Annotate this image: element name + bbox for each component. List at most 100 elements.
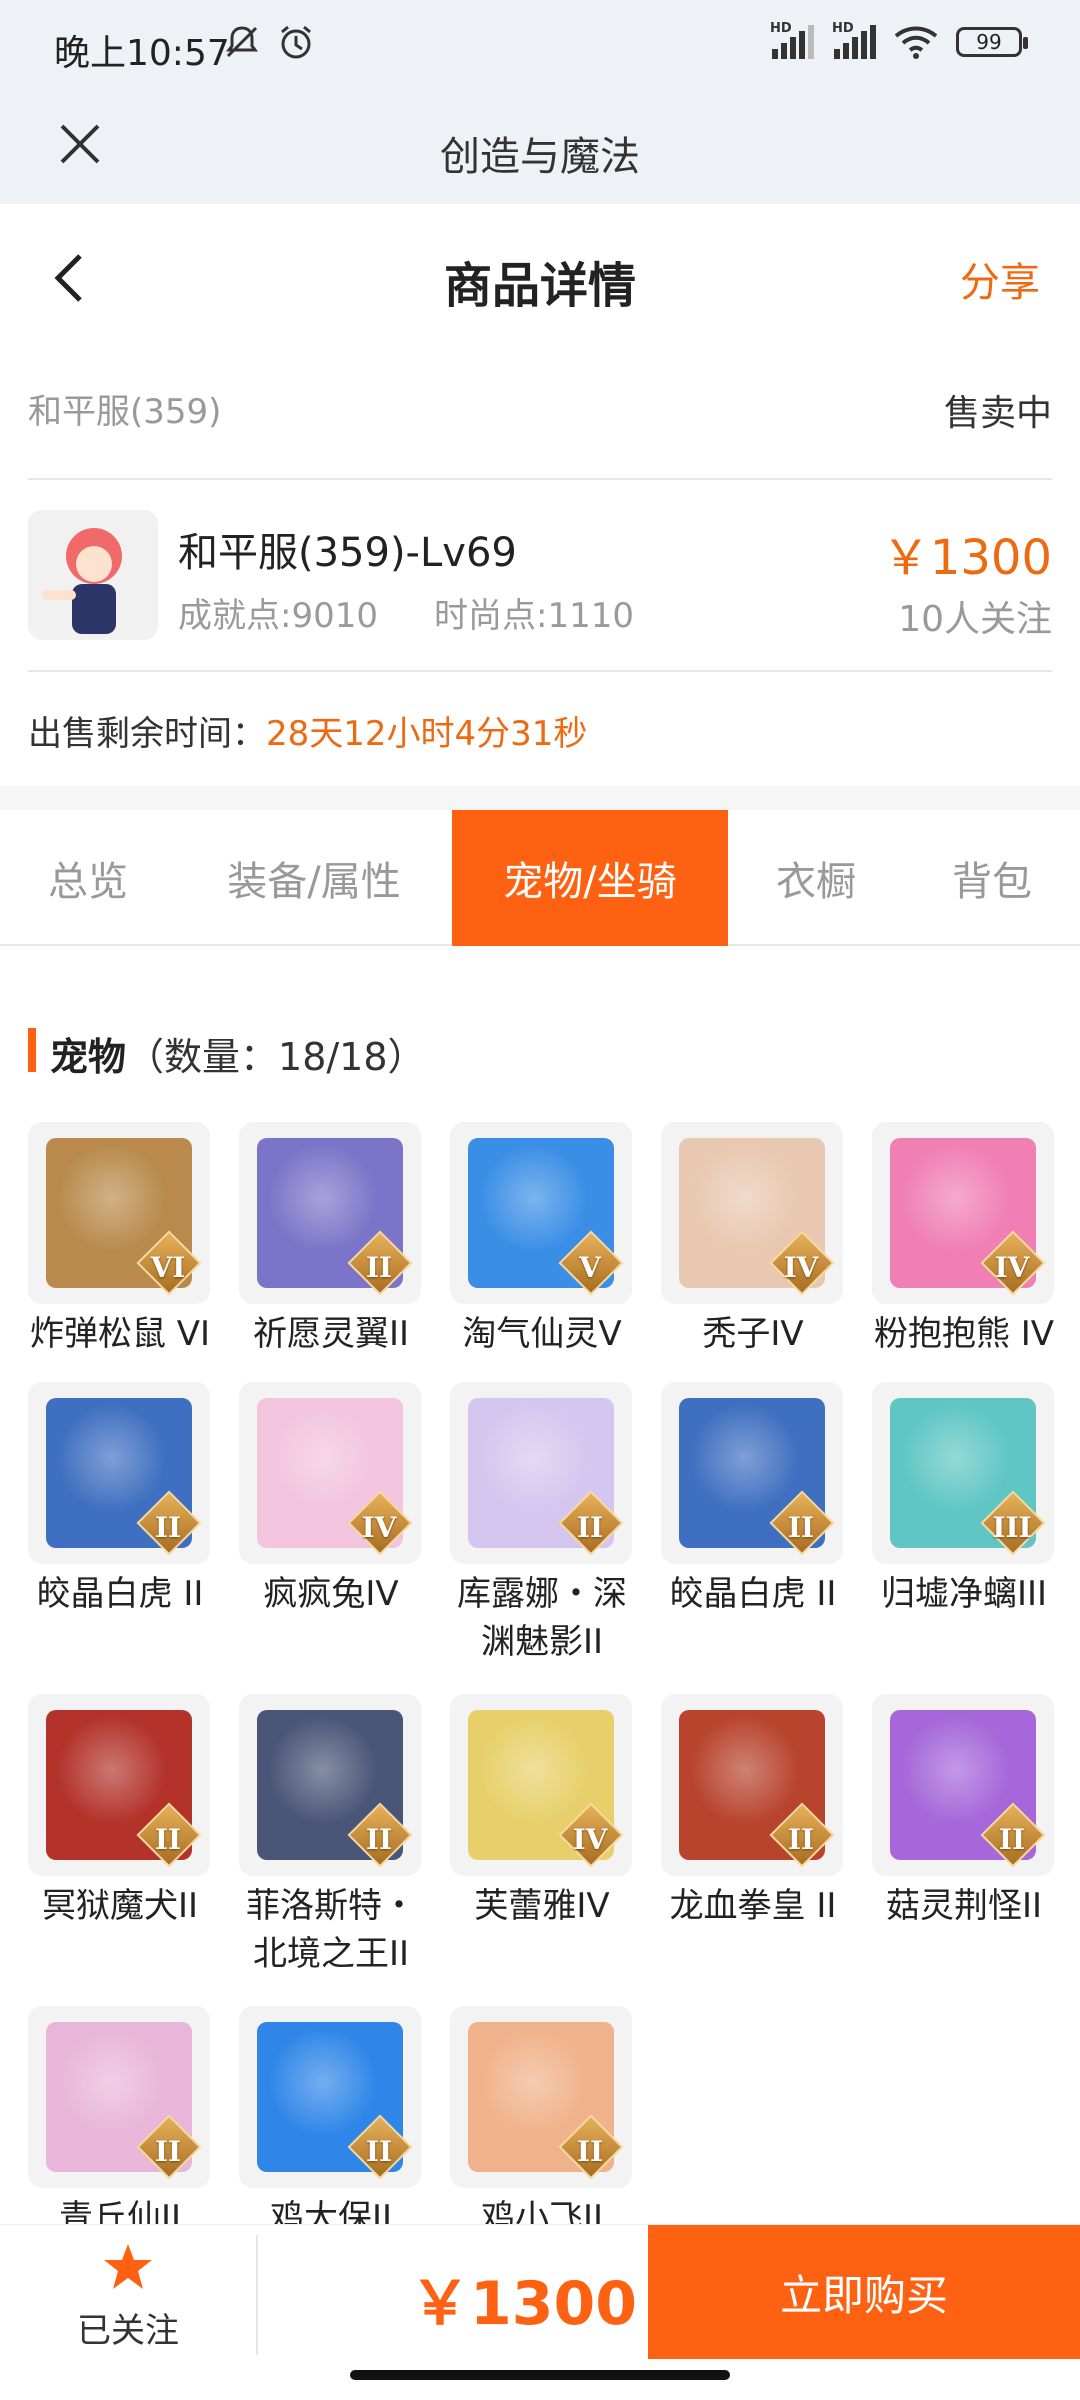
rank-label: II xyxy=(998,1823,1026,1856)
pet-name: 皎晶白虎 II xyxy=(669,1574,837,1614)
status-left-icons xyxy=(222,22,316,62)
fashion-points: 时尚点:1110 xyxy=(433,596,634,636)
rank-label: VI xyxy=(150,1251,186,1284)
pet-name: 疯疯兔IV xyxy=(263,1574,399,1614)
pet-thumbnail: II xyxy=(661,1694,843,1876)
pet-name: 菲洛斯特・北境之王II xyxy=(246,1886,416,1974)
rank-label: II xyxy=(154,1511,182,1544)
rank-label: II xyxy=(154,1823,182,1856)
item-stats: 成就点:9010 时尚点:1110 xyxy=(178,588,634,637)
rank-label: IV xyxy=(572,1823,608,1856)
pet-thumbnail: II xyxy=(450,2006,632,2188)
pet-item[interactable]: V 淘气仙灵V xyxy=(450,1122,634,1358)
pet-item[interactable]: IV 粉抱抱熊 IV xyxy=(872,1122,1056,1358)
rank-label: II xyxy=(576,2135,604,2168)
status-bar: 晚上10:57 HD HD 99 xyxy=(0,0,1080,100)
rank-label: II xyxy=(576,1511,604,1544)
tab-wardrobe[interactable]: 衣橱 xyxy=(728,810,904,946)
pet-thumbnail: II xyxy=(28,1382,210,1564)
pet-item[interactable]: II 冥狱魔犬II xyxy=(28,1694,212,1930)
item-name: 和平服(359)-Lv69 xyxy=(178,530,517,576)
item-price: ￥1300 xyxy=(881,530,1052,586)
app-title: 创造与魔法 xyxy=(440,134,640,180)
tab-pets[interactable]: 宠物/坐骑 xyxy=(452,810,728,946)
tab-bar: 总览 装备/属性 宠物/坐骑 衣橱 背包 xyxy=(0,810,1080,946)
pet-item[interactable]: II 龙血拳皇 II xyxy=(661,1694,845,1930)
server-row: 和平服(359) 售卖中 xyxy=(28,384,1052,444)
pet-thumbnail: II xyxy=(661,1382,843,1564)
pet-item[interactable]: II 鸡大保II xyxy=(239,2006,423,2242)
pet-item[interactable]: II 青丘仙II xyxy=(28,2006,212,2242)
bottom-bar: 已关注 ￥1300 立即购买 xyxy=(0,2224,1080,2364)
section-title: 宠物（数量：18/18） xyxy=(50,1026,426,1081)
pet-name: 归墟净螭III xyxy=(880,1574,1048,1614)
pet-name: 淘气仙灵V xyxy=(462,1314,622,1354)
section-gap xyxy=(0,786,1080,810)
section-accent xyxy=(28,1028,36,1072)
rank-label: II xyxy=(365,1823,393,1856)
pet-thumbnail: II xyxy=(28,2006,210,2188)
pet-item[interactable]: III 归墟净螭III xyxy=(872,1382,1056,1618)
alarm-icon xyxy=(281,25,311,59)
rank-label: V xyxy=(579,1251,601,1284)
pet-thumbnail: VI xyxy=(28,1122,210,1304)
share-button[interactable]: 分享 xyxy=(960,250,1040,308)
pet-item[interactable]: II 鸡小飞II xyxy=(450,2006,634,2242)
pet-thumbnail: IV xyxy=(872,1122,1054,1304)
remaining-time: 出售剩余时间：28天12小时4分31秒 xyxy=(28,706,587,755)
wifi-icon xyxy=(894,26,938,59)
hd-label-2: HD xyxy=(832,21,854,36)
battery-icon: 99 xyxy=(956,27,1028,57)
bottom-price: ￥1300 xyxy=(410,2269,637,2339)
pet-thumbnail: III xyxy=(872,1382,1054,1564)
pet-thumbnail: II xyxy=(450,1382,632,1564)
follow-label: 已关注 xyxy=(77,2311,179,2351)
pet-name: 冥狱魔犬II xyxy=(41,1886,199,1926)
pet-thumbnail: II xyxy=(872,1694,1054,1876)
tab-equipment[interactable]: 装备/属性 xyxy=(176,810,452,946)
pet-thumbnail: IV xyxy=(450,1694,632,1876)
pet-item[interactable]: II 皎晶白虎 II xyxy=(661,1382,845,1618)
pet-name: 菇灵荆怪II xyxy=(885,1886,1043,1926)
rank-label: II xyxy=(365,2135,393,2168)
tab-overview[interactable]: 总览 xyxy=(0,810,176,946)
rank-label: II xyxy=(365,1251,393,1284)
hd-label: HD xyxy=(770,21,792,36)
follow-button[interactable]: 已关注 xyxy=(0,2225,256,2365)
pet-name: 龙血拳皇 II xyxy=(669,1886,837,1926)
pet-item[interactable]: II 库露娜・深渊魅影II xyxy=(450,1382,634,1666)
pet-item[interactable]: II 菇灵荆怪II xyxy=(872,1694,1056,1930)
pet-item[interactable]: II 皎晶白虎 II xyxy=(28,1382,212,1618)
remaining-label: 出售剩余时间： xyxy=(28,714,266,754)
achievement-points: 成就点:9010 xyxy=(178,596,378,636)
pet-name: 芙蕾雅IV xyxy=(474,1886,610,1926)
buy-now-button[interactable]: 立即购买 xyxy=(648,2225,1080,2359)
star-icon xyxy=(104,2244,152,2289)
rank-label: II xyxy=(787,1511,815,1544)
rank-label: III xyxy=(992,1511,1032,1544)
pet-item[interactable]: IV 芙蕾雅IV xyxy=(450,1694,634,1930)
pet-item[interactable]: II 祈愿灵翼II xyxy=(239,1122,423,1358)
rank-label: IV xyxy=(994,1251,1030,1284)
pet-name: 炸弹松鼠 VI xyxy=(29,1314,211,1354)
rank-label: II xyxy=(787,1823,815,1856)
pet-item[interactable]: IV 疯疯兔IV xyxy=(239,1382,423,1618)
remaining-value: 28天12小时4分31秒 xyxy=(266,714,588,754)
pet-item[interactable]: IV 秃子IV xyxy=(661,1122,845,1358)
pet-name: 祈愿灵翼II xyxy=(252,1314,410,1354)
follower-count: 10人关注 xyxy=(898,599,1052,640)
home-indicator[interactable] xyxy=(350,2370,730,2380)
sale-status: 售卖中 xyxy=(943,393,1052,434)
pet-item[interactable]: VI 炸弹松鼠 VI xyxy=(28,1122,212,1358)
pet-thumbnail: II xyxy=(239,1122,421,1304)
avatar xyxy=(28,510,158,640)
app-bar: 创造与魔法 xyxy=(0,100,1080,204)
pet-thumbnail: IV xyxy=(661,1122,843,1304)
pet-item[interactable]: II 菲洛斯特・北境之王II xyxy=(239,1694,423,1978)
section-count: （数量：18/18） xyxy=(126,1035,426,1079)
page-title: 商品详情 xyxy=(443,258,636,314)
tab-backpack[interactable]: 背包 xyxy=(904,810,1080,946)
rank-label: IV xyxy=(783,1251,819,1284)
section-title-text: 宠物 xyxy=(50,1035,127,1079)
server-name: 和平服(359) xyxy=(28,392,222,432)
